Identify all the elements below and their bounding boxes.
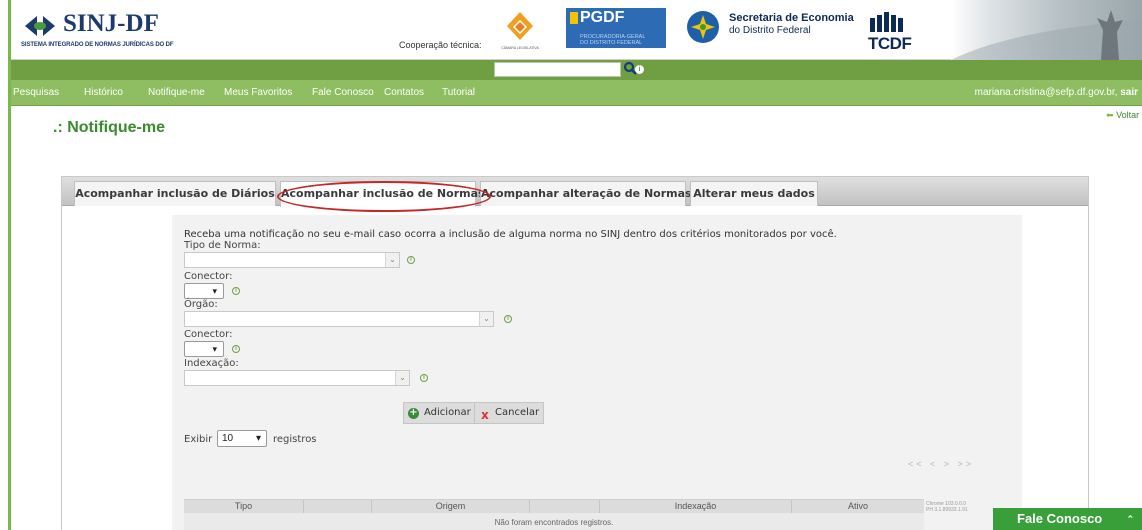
main-nav: Pesquisas Histórico Notifique-me Meus Fa… — [11, 80, 1142, 106]
seec-logo-icon — [687, 11, 719, 43]
tab-acompanhar-diarios[interactable]: Acompanhar inclusão de Diários — [74, 181, 276, 206]
seec-title: Secretaria de Economia — [729, 12, 854, 24]
sinj-logo-icon — [25, 16, 55, 36]
tab-acompanhar-normas[interactable]: Acompanhar inclusão de Normas — [280, 181, 485, 207]
conector-2-select[interactable]: ▾ — [184, 341, 224, 357]
chevron-up-icon: ⌃ — [1126, 514, 1134, 524]
tab-alterar-dados[interactable]: Alterar meus dados — [690, 181, 818, 206]
search-bar: i — [11, 60, 1142, 80]
nav-item-tutorial[interactable]: Tutorial — [442, 87, 475, 98]
user-email: mariana.cristina@sefp.df.gov.br, — [974, 87, 1118, 98]
logo-title: SINJ-DF — [63, 10, 159, 37]
page-size-value: 10 — [222, 433, 234, 444]
site-header: SINJ-DF SISTEMA INTEGRADO DE NORMAS JURÍ… — [11, 0, 1142, 60]
conector-2-label: Conector: — [184, 329, 233, 340]
conector-1-select[interactable]: ▾ — [184, 283, 224, 299]
pgdf-mark-icon — [570, 12, 578, 24]
nav-item-fale-conosco[interactable]: Fale Conosco — [312, 87, 374, 98]
column-header-tipo[interactable]: Tipo — [184, 500, 304, 514]
pgdf-subtitle: PROCURADORIA-GERAL DO DISTRITO FEDERAL — [580, 34, 645, 46]
logo-subtitle: SISTEMA INTEGRADO DE NORMAS JURÍDICAS DO… — [21, 42, 174, 48]
cooperation-label: Cooperação técnica: — [399, 40, 482, 50]
header-banner-image — [951, 0, 1142, 60]
indexacao-label: Indexação: — [184, 358, 239, 369]
page-size-select[interactable]: 10 ▾ — [217, 430, 267, 447]
column-header-ativo[interactable]: Ativo — [792, 500, 924, 514]
plus-icon: + — [408, 407, 419, 419]
user-info: mariana.cristina@sefp.df.gov.br, sair — [975, 87, 1138, 98]
empty-table-message: Não foram encontrados registros. — [494, 518, 614, 527]
orgao-info-icon[interactable]: i — [504, 315, 512, 323]
chevron-down-icon[interactable]: ⌄ — [479, 312, 493, 326]
tipo-norma-select[interactable]: ⌄ — [184, 252, 400, 268]
version-line-2: PH 3.1.89933.1.91 — [926, 507, 968, 513]
orgao-label: Órgão: — [184, 299, 218, 310]
seec-subtitle: do Distrito Federal — [729, 25, 811, 36]
table-body: Não foram encontrados registros. — [184, 513, 924, 530]
nav-item-meus-favoritos[interactable]: Meus Favoritos — [224, 87, 292, 98]
cancel-button-label: Cancelar — [495, 407, 540, 418]
pgdf-subtitle-line-2: DO DISTRITO FEDERAL — [580, 40, 643, 46]
chevron-down-icon: ▾ — [212, 286, 217, 296]
back-label: Voltar — [1116, 110, 1140, 120]
nav-item-historico[interactable]: Histórico — [84, 87, 123, 98]
monument-illustration-icon — [951, 10, 1142, 60]
back-arrow-icon: ⬅ — [1106, 110, 1114, 120]
chevron-down-icon: ▾ — [212, 344, 217, 354]
nav-item-pesquisas[interactable]: Pesquisas — [13, 87, 59, 98]
column-header-indexacao[interactable]: Indexação — [600, 500, 792, 514]
cancel-button[interactable]: x Cancelar — [474, 402, 545, 424]
chevron-down-icon[interactable]: ⌄ — [395, 371, 409, 385]
conector-2-info-icon[interactable]: i — [232, 345, 240, 353]
indexacao-info-icon[interactable]: i — [420, 374, 428, 382]
tcdf-label: TCDF — [868, 34, 912, 53]
back-link[interactable]: ⬅ Voltar — [1106, 110, 1139, 121]
indexacao-select[interactable]: ⌄ — [184, 370, 410, 386]
form-intro-text: Receba uma notificação no seu e-mail cas… — [184, 229, 837, 240]
tab-bar: Acompanhar inclusão de Diários Acompanha… — [62, 177, 1088, 207]
column-header-blank-2 — [530, 500, 600, 514]
column-header-blank-1 — [304, 500, 372, 514]
registros-label: registros — [273, 434, 317, 445]
logout-link[interactable]: sair — [1120, 87, 1138, 98]
tab-alteracao-normas[interactable]: Acompanhar alteração de Normas — [480, 181, 692, 206]
page-frame: SINJ-DF SISTEMA INTEGRADO DE NORMAS JURÍ… — [8, 0, 1142, 530]
notification-tabs: Acompanhar inclusão de Diários Acompanha… — [61, 176, 1089, 530]
camara-label: CÂMARA LEGISLATIVA — [501, 46, 539, 50]
fale-conosco-label: Fale Conosco — [1017, 511, 1103, 526]
search-input[interactable] — [494, 62, 621, 77]
table-header: Tipo Origem Indexação Ativo — [184, 499, 924, 514]
fale-conosco-floating-button[interactable]: Fale Conosco ⌃ — [993, 508, 1142, 530]
orgao-select[interactable]: ⌄ — [184, 311, 494, 327]
pgdf-logo: PGDF PROCURADORIA-GERAL DO DISTRITO FEDE… — [566, 8, 666, 48]
conector-1-label: Conector: — [184, 271, 233, 282]
tipo-norma-label: Tipo de Norma: — [184, 240, 261, 251]
nav-item-contatos[interactable]: Contatos — [384, 87, 424, 98]
search-info-icon[interactable]: i — [635, 65, 644, 74]
version-info: Chrome 103.0.0.0 PH 3.1.89933.1.91 — [926, 501, 996, 513]
chevron-down-icon[interactable]: ⌄ — [385, 253, 399, 267]
chevron-down-icon: ▾ — [255, 433, 261, 444]
pgdf-title: PGDF — [580, 9, 625, 26]
exibir-label: Exibir — [184, 434, 213, 445]
add-button-label: Adicionar — [424, 407, 471, 418]
conector-1-info-icon[interactable]: i — [232, 287, 240, 295]
close-icon: x — [481, 408, 489, 422]
nav-item-notifique-me[interactable]: Notifique-me — [148, 87, 205, 98]
pagination[interactable]: << < > >> — [908, 459, 974, 469]
inclusion-form-panel: Receba uma notificação no seu e-mail cas… — [172, 215, 1022, 530]
page-title: .: Notifique-me — [53, 119, 165, 136]
add-button[interactable]: + Adicionar — [403, 402, 476, 424]
column-header-origem[interactable]: Origem — [372, 500, 530, 514]
tipo-norma-info-icon[interactable]: i — [407, 256, 415, 264]
